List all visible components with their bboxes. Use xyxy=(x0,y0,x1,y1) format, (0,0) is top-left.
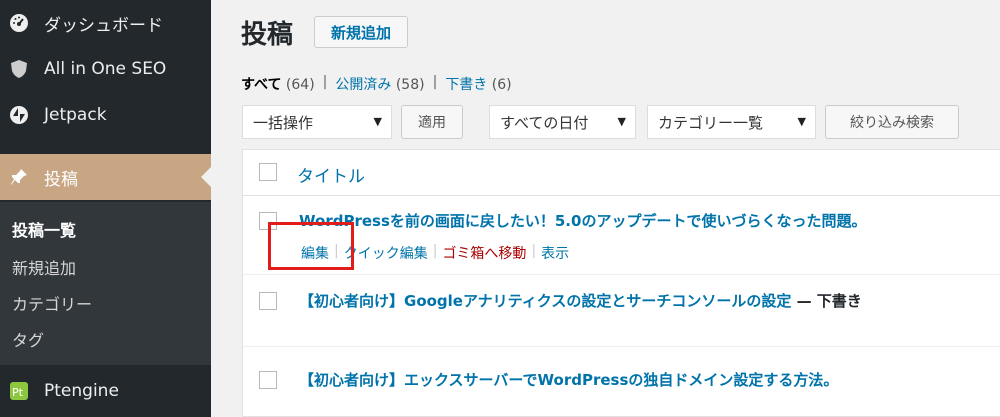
sidebar-item-jetpack[interactable]: Jetpack xyxy=(0,92,211,138)
submenu-add-new[interactable]: 新規追加 xyxy=(12,255,76,279)
main-content: 投稿 新規追加 すべて (64) | 公開済み (58) | 下書き (6) 一… xyxy=(211,0,1000,417)
sidebar-item-dashboard[interactable]: ダッシュボード xyxy=(0,0,211,46)
view-all[interactable]: すべて (64) xyxy=(241,74,315,94)
sidebar-item-label: All in One SEO xyxy=(44,59,167,79)
submenu-tags[interactable]: タグ xyxy=(12,327,44,351)
trash-link[interactable]: ゴミ箱へ移動 xyxy=(442,243,526,263)
post-title-link[interactable]: 【初心者向け】エックスサーバーでWordPressの独自ドメイン設定する方法。 xyxy=(299,369,838,390)
pin-icon xyxy=(8,166,30,188)
view-link[interactable]: 表示 xyxy=(541,243,569,263)
separator: | xyxy=(322,74,328,90)
edit-link-highlight-box xyxy=(268,222,354,270)
dropdown-arrow-icon: ▼ xyxy=(373,115,382,128)
svg-text:Pt: Pt xyxy=(12,386,24,399)
quick-edit-link[interactable]: クイック編集 xyxy=(344,243,428,263)
row-divider xyxy=(243,346,1000,347)
sidebar-item-label: ダッシュボード xyxy=(44,15,163,36)
sidebar-item-label: Jetpack xyxy=(44,105,107,125)
dropdown-arrow-icon: ▼ xyxy=(617,115,626,128)
select-all-checkbox[interactable] xyxy=(259,163,277,181)
jetpack-icon xyxy=(8,104,30,126)
posts-table: タイトル WordPressを前の画面に戻したい！5.0のアップデートで使いづら… xyxy=(242,149,1000,417)
post-status-filter: すべて (64) | 公開済み (58) | 下書き (6) xyxy=(241,74,512,94)
column-title-header[interactable]: タイトル xyxy=(297,162,365,187)
filter-button[interactable]: 絞り込み検索 xyxy=(825,105,959,139)
view-published[interactable]: 公開済み (58) xyxy=(335,74,424,94)
sidebar-item-all-in-one-seo[interactable]: All in One SEO xyxy=(0,46,211,92)
post-title-link[interactable]: 【初心者向け】Googleアナリティクスの設定とサーチコンソールの設定 — 下書… xyxy=(299,290,862,311)
post-state: — 下書き xyxy=(796,292,862,310)
separator: | xyxy=(531,243,537,259)
view-drafts[interactable]: 下書き (6) xyxy=(445,74,511,94)
sidebar-item-ptengine[interactable]: Pt Ptengine xyxy=(0,368,211,414)
row-divider xyxy=(243,274,1000,275)
sidebar-item-label: Ptengine xyxy=(44,381,119,401)
category-filter-select[interactable]: カテゴリー一覧 ▼ xyxy=(647,105,816,139)
post-title-link[interactable]: WordPressを前の画面に戻したい！5.0のアップデートで使いづらくなった問… xyxy=(299,210,866,231)
ptengine-icon: Pt xyxy=(8,380,30,402)
page-title: 投稿 xyxy=(241,20,294,50)
separator: | xyxy=(432,243,438,259)
date-filter-select[interactable]: すべての日付 ▼ xyxy=(489,105,636,139)
admin-sidebar: ダッシュボード All in One SEO Jetpack 投稿 投稿一覧 新… xyxy=(0,0,211,417)
apply-button[interactable]: 適用 xyxy=(401,105,463,139)
dropdown-arrow-icon: ▼ xyxy=(797,115,806,128)
row-checkbox[interactable] xyxy=(259,292,277,310)
submenu-all-posts[interactable]: 投稿一覧 xyxy=(12,217,76,241)
sidebar-item-posts[interactable]: 投稿 xyxy=(0,154,211,200)
bulk-action-select[interactable]: 一括操作 ▼ xyxy=(242,105,392,139)
row-checkbox[interactable] xyxy=(259,371,277,389)
shield-icon xyxy=(8,58,30,80)
add-new-button[interactable]: 新規追加 xyxy=(314,16,408,48)
separator: | xyxy=(432,74,438,90)
dashboard-icon xyxy=(8,12,30,34)
posts-submenu: 投稿一覧 新規追加 カテゴリー タグ xyxy=(0,202,211,365)
submenu-categories[interactable]: カテゴリー xyxy=(12,291,92,315)
sidebar-item-label: 投稿 xyxy=(44,169,78,190)
table-header: タイトル xyxy=(243,150,1000,196)
